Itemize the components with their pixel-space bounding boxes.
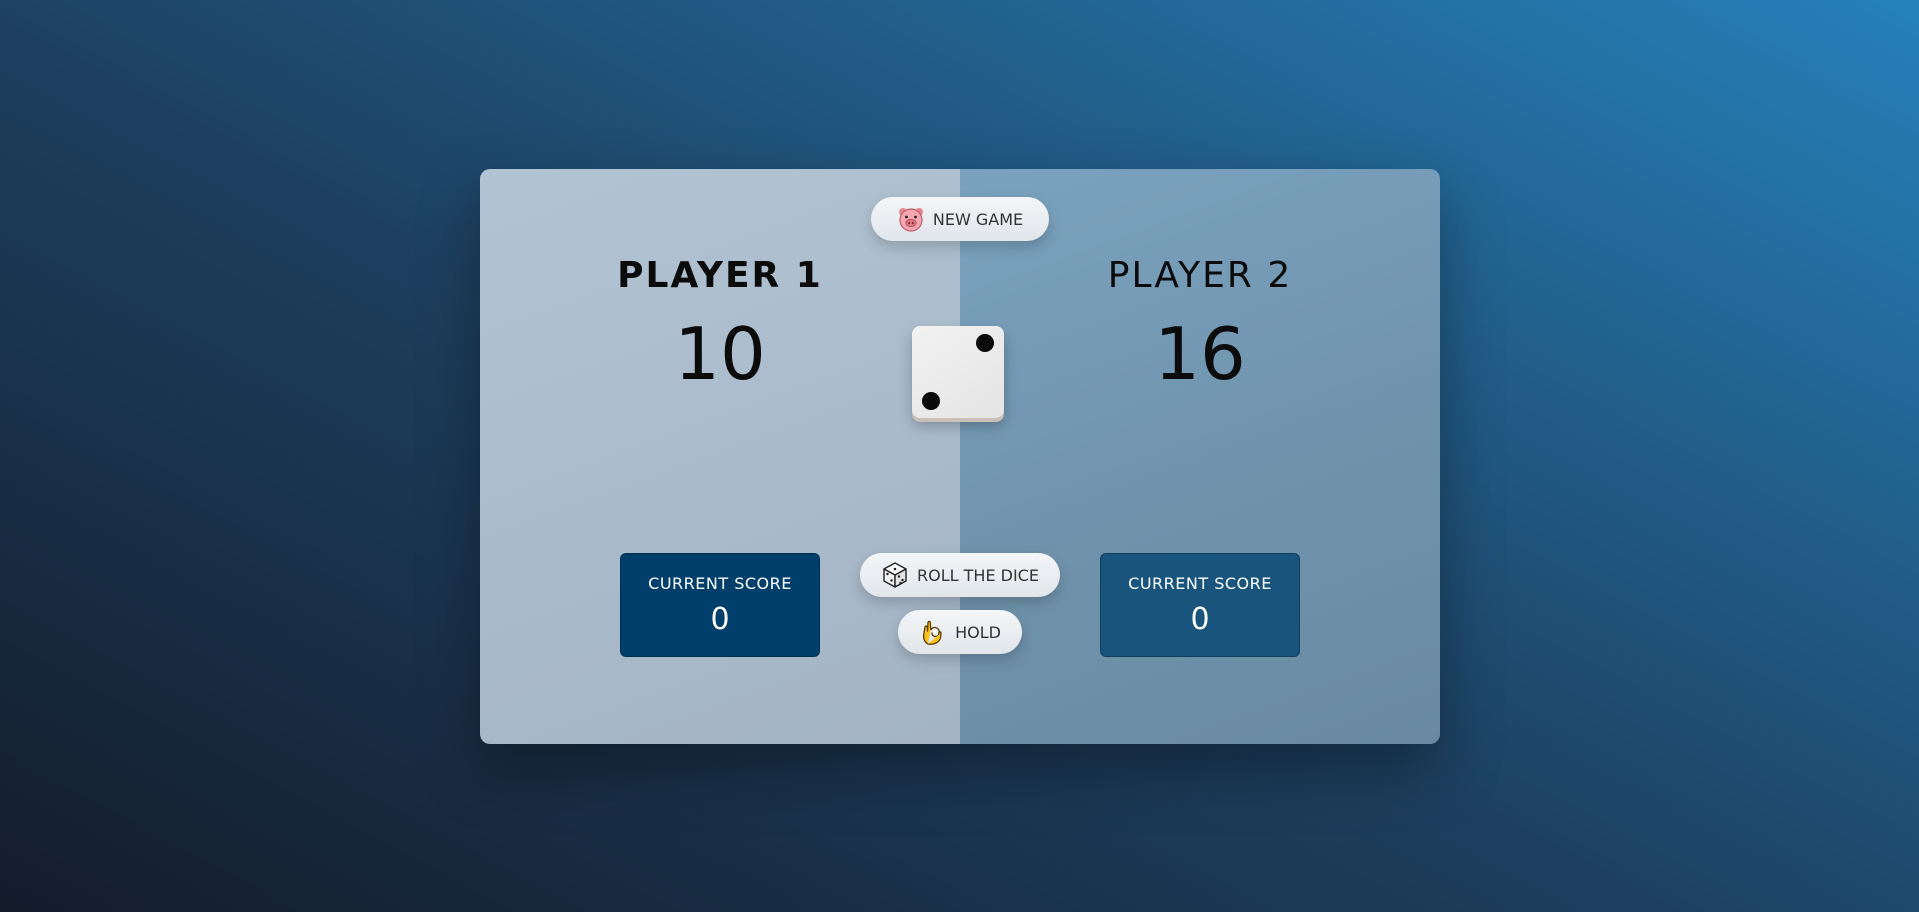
player-1-total-score: 10	[674, 312, 766, 396]
new-game-label: NEW GAME	[932, 209, 1024, 229]
player-1-name: PLAYER 1	[617, 255, 823, 296]
roll-dice-label: ROLL THE DICE	[917, 565, 1039, 585]
player-2-current-label: CURRENT SCORE	[1128, 574, 1272, 593]
dice-pip	[922, 392, 940, 410]
hold-label: HOLD	[955, 622, 1001, 642]
pig-face-icon	[897, 205, 925, 233]
player-1-current-label: CURRENT SCORE	[648, 574, 792, 593]
player-1-current-score-box: CURRENT SCORE 0	[620, 553, 820, 657]
dice	[912, 326, 1004, 418]
hold-button[interactable]: HOLD	[898, 610, 1022, 654]
game-die-icon	[881, 561, 909, 589]
new-game-button[interactable]: NEW GAME	[871, 197, 1049, 241]
player-2-current-score-box: CURRENT SCORE 0	[1100, 553, 1300, 657]
player-1-panel: PLAYER 1 10 CURRENT SCORE 0	[480, 169, 960, 744]
player-2-total-score: 16	[1154, 312, 1246, 396]
ok-hand-icon	[919, 618, 947, 646]
player-2-name: PLAYER 2	[1107, 255, 1293, 296]
player-2-panel: PLAYER 2 16 CURRENT SCORE 0	[960, 169, 1440, 744]
dice-pip	[976, 334, 994, 352]
player-2-current-score: 0	[1190, 602, 1210, 637]
game-board: PLAYER 1 10 CURRENT SCORE 0 PLAYER 2 16 …	[480, 169, 1440, 744]
roll-dice-button[interactable]: ROLL THE DICE	[860, 553, 1060, 597]
player-1-current-score: 0	[710, 602, 730, 637]
